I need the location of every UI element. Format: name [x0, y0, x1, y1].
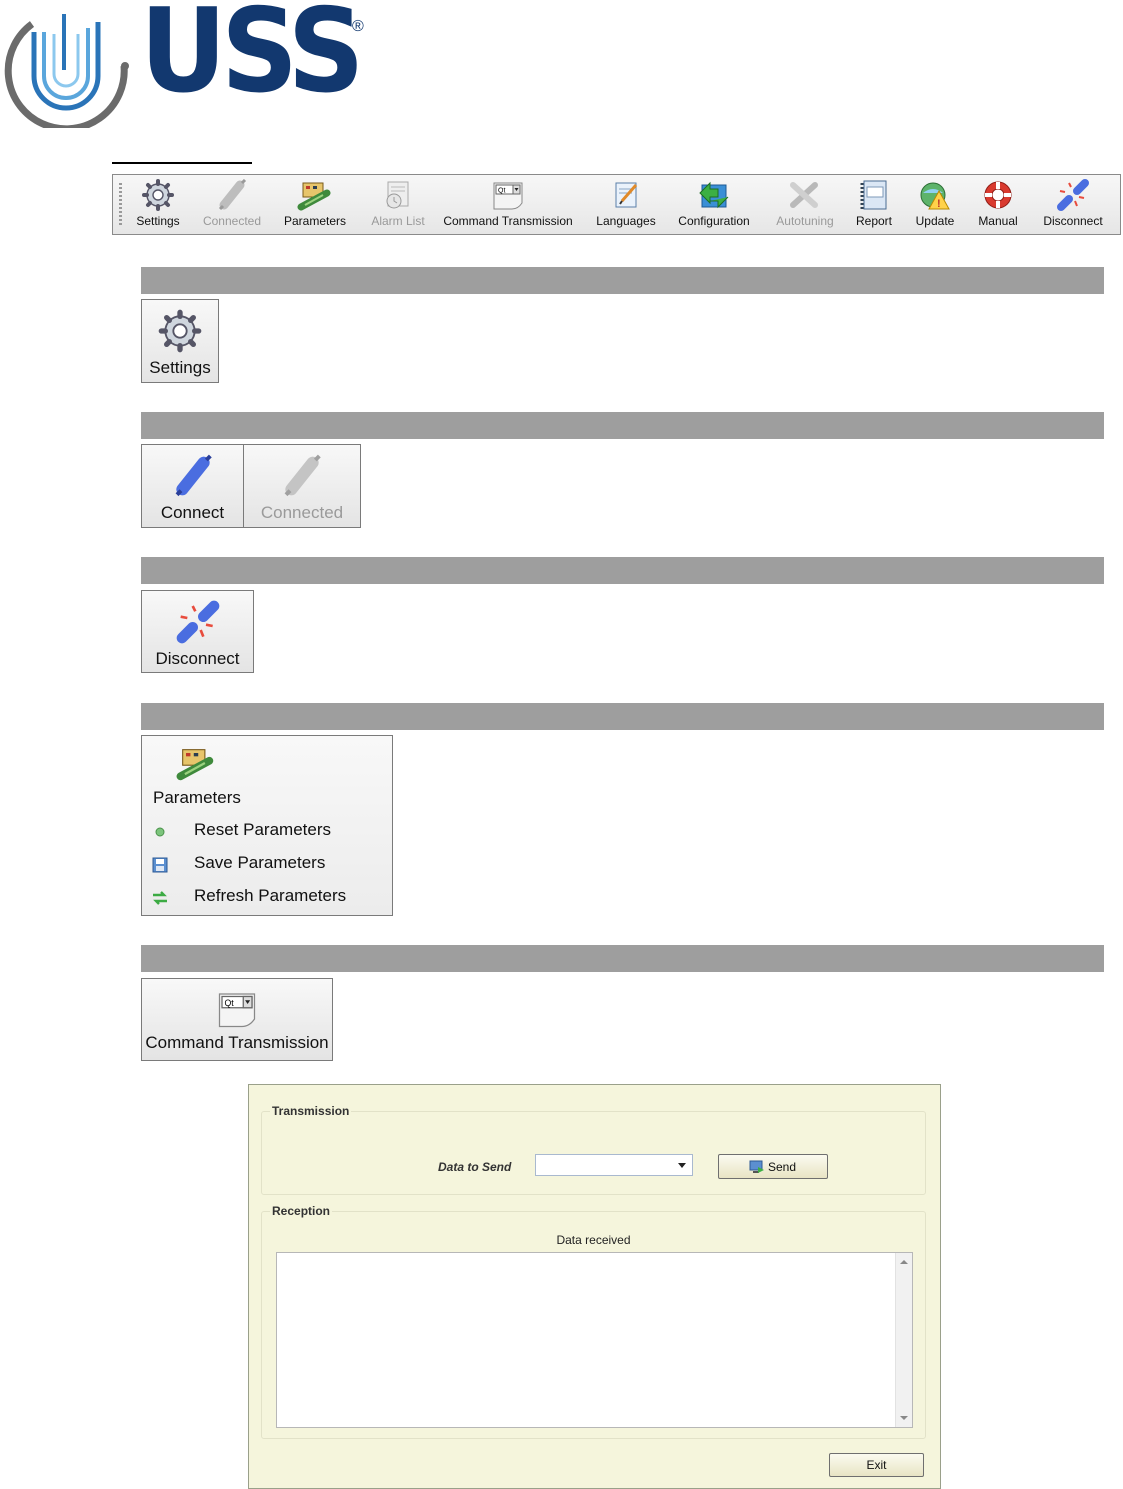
update-icon: !: [920, 182, 950, 210]
logo-text: USS: [140, 0, 365, 119]
combo-text: Qt: [225, 998, 235, 1008]
settings-button-label: Settings: [149, 358, 211, 377]
connect-button-label: Connect: [160, 503, 225, 522]
connected-button-label: Connected: [260, 503, 344, 522]
command-combo-icon: Qt: [493, 182, 523, 210]
data-received-label: Data received: [556, 1233, 631, 1247]
menu-item-label: Refresh Parameters: [194, 886, 347, 905]
toolbar-connected-button[interactable]: Connected: [199, 179, 265, 233]
report-icon: [860, 180, 887, 210]
configuration-icon: [699, 181, 729, 209]
toolbar-label: Languages: [596, 214, 656, 228]
floppy-disk-icon: [152, 857, 168, 873]
toolbar-label: Autotuning: [776, 214, 834, 228]
transmission-group: Transmission Data to Send Send: [261, 1104, 926, 1195]
svg-text:Qt: Qt: [498, 188, 505, 195]
languages-icon: [615, 182, 638, 208]
connect-button[interactable]: Connect: [141, 444, 244, 528]
parameters-button-label[interactable]: Parameters: [153, 788, 241, 808]
toolbar-label: Parameters: [283, 214, 347, 228]
uss-logo-mark-icon: [4, 14, 129, 128]
section-bar-settings: [141, 267, 1104, 294]
toolbar-label: Settings: [136, 214, 180, 228]
circuit-board-icon: [297, 182, 331, 211]
disconnect-icon: [176, 600, 219, 644]
main-toolbar: Settings Connected Parameters Alarm List: [112, 174, 1121, 235]
data-to-send-combo[interactable]: [535, 1154, 693, 1176]
settings-button[interactable]: Settings: [141, 299, 219, 383]
section-bar-connect: [141, 412, 1104, 439]
plug-icon: [284, 454, 321, 497]
horizontal-rule: [112, 162, 252, 164]
exit-button[interactable]: Exit: [829, 1453, 924, 1477]
section-bar-disconnect: [141, 557, 1104, 584]
toolbar-parameters-button[interactable]: Parameters: [283, 179, 347, 233]
svg-text:!: !: [937, 198, 941, 210]
connected-button[interactable]: Connected: [243, 444, 361, 528]
menu-item-label: Save Parameters: [194, 853, 326, 872]
command-transmission-dialog: Transmission Data to Send Send Reception…: [248, 1084, 941, 1489]
scroll-down-icon[interactable]: [900, 1416, 908, 1420]
toolbar-disconnect-button[interactable]: Disconnect: [1037, 179, 1109, 233]
toolbar-alarm-list-button[interactable]: Alarm List: [369, 179, 427, 233]
vertical-scrollbar[interactable]: [895, 1253, 912, 1427]
data-to-send-label: Data to Send: [438, 1160, 512, 1174]
toolbar-grip[interactable]: [119, 183, 122, 227]
toolbar-settings-button[interactable]: Settings: [133, 179, 183, 233]
toolbar-update-button[interactable]: ! Update: [911, 179, 959, 233]
disconnect-button-label: Disconnect: [155, 649, 240, 668]
toolbar-languages-button[interactable]: Languages: [593, 179, 659, 233]
transmission-legend: Transmission: [270, 1104, 352, 1118]
scroll-up-icon[interactable]: [900, 1260, 908, 1264]
gear-icon: [158, 309, 202, 353]
send-button-label: Send: [768, 1160, 797, 1174]
gear-icon: [142, 179, 174, 211]
toolbar-label: Alarm List: [371, 214, 425, 228]
plug-icon: [175, 454, 212, 497]
registered-mark: ®: [352, 18, 364, 35]
toolbar-label: Manual: [978, 214, 1018, 228]
section-bar-parameters: [141, 703, 1104, 730]
toolbar-label: Update: [915, 214, 955, 228]
reception-legend: Reception: [270, 1204, 333, 1218]
toolbar-label: Configuration: [678, 214, 750, 228]
menu-item-refresh-parameters[interactable]: Refresh Parameters: [150, 886, 380, 910]
alarm-list-icon: [386, 181, 409, 209]
toolbar-report-button[interactable]: Report: [851, 179, 897, 233]
command-transmission-button[interactable]: Qt Command Transmission: [141, 978, 333, 1061]
plug-icon: [218, 179, 247, 211]
toolbar-configuration-button[interactable]: Configuration: [673, 179, 755, 233]
section-bar-command-transmission: [141, 945, 1104, 972]
toolbar-label: Disconnect: [1043, 214, 1103, 228]
disconnect-button[interactable]: Disconnect: [141, 590, 254, 673]
uss-logo: USS ®: [0, 0, 380, 132]
toolbar-command-transmission-button[interactable]: Qt Command Transmission: [441, 179, 575, 233]
green-dot-icon: [155, 827, 165, 837]
parameters-dropdown: Parameters Reset Parameters Save Paramet…: [141, 735, 393, 916]
disconnect-icon: [1057, 179, 1089, 211]
exit-button-label: Exit: [866, 1458, 887, 1472]
refresh-arrows-icon: [153, 891, 167, 905]
send-button[interactable]: Send: [718, 1154, 828, 1179]
command-combo-icon: Qt: [218, 993, 256, 1028]
data-received-textarea[interactable]: [276, 1252, 913, 1428]
toolbar-autotuning-button[interactable]: Autotuning: [773, 179, 837, 233]
toolbar-label: Report: [855, 214, 893, 228]
toolbar-label: Command Transmission: [443, 214, 573, 228]
menu-item-label: Reset Parameters: [194, 820, 331, 839]
chevron-down-icon: [678, 1163, 686, 1168]
lifebuoy-icon: [984, 181, 1012, 209]
toolbar-label: Connected: [202, 214, 262, 228]
circuit-board-icon: [176, 749, 214, 781]
menu-item-save-parameters[interactable]: Save Parameters: [150, 853, 380, 877]
send-monitor-icon: [749, 1160, 764, 1173]
toolbar-manual-button[interactable]: Manual: [973, 179, 1023, 233]
menu-item-reset-parameters[interactable]: Reset Parameters: [150, 820, 380, 844]
command-transmission-button-label: Command Transmission: [145, 1033, 329, 1052]
reception-group: Reception Data received: [261, 1204, 926, 1439]
tools-icon: [790, 182, 818, 208]
